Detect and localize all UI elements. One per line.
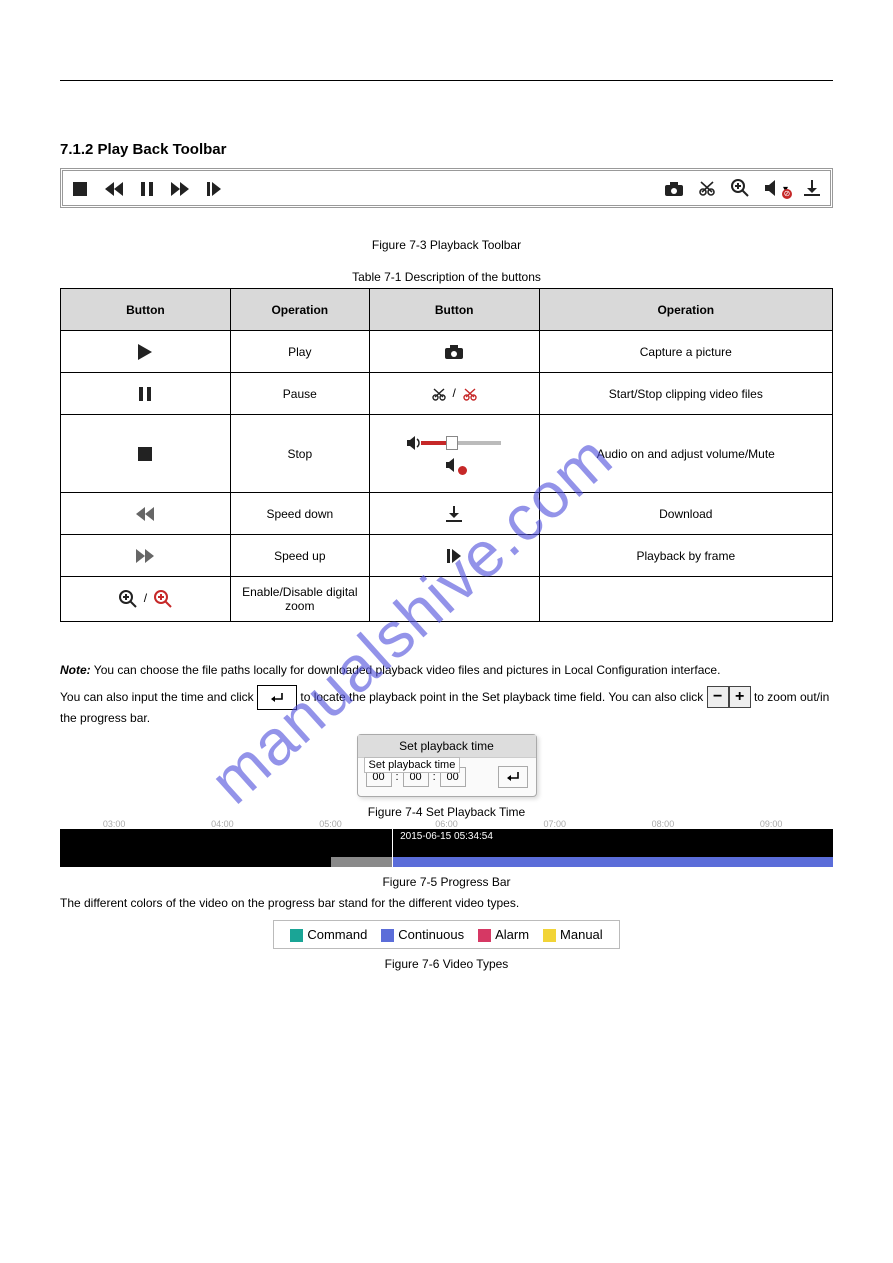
camera-icon <box>445 344 463 358</box>
th-button-2: Button <box>369 289 539 331</box>
playback-toolbar: ⊘▾ <box>60 168 833 208</box>
playhead <box>392 829 393 867</box>
scissors-icon[interactable] <box>699 180 715 197</box>
section-heading: 7.1.2 Play Back Toolbar <box>60 141 833 158</box>
mute-icon[interactable]: ⊘▾ <box>765 180 788 197</box>
timeline-timestamp: 2015-06-15 05:34:54 <box>400 831 493 842</box>
audio-label: Audio on and adjust volume/Mute <box>539 415 832 493</box>
pause-icon <box>139 386 151 400</box>
step-label: Playback by frame <box>539 535 832 577</box>
fast-label: Speed up <box>230 535 369 577</box>
legend-continuous: Continuous <box>398 927 464 942</box>
zoom-enable-icon <box>119 591 137 605</box>
fastforward-icon[interactable] <box>171 180 189 196</box>
volume-slider <box>407 436 501 450</box>
figure-7-3-caption: Figure 7-3 Playback Toolbar <box>60 238 833 252</box>
header-divider <box>60 80 833 81</box>
figure-7-5-caption: Figure 7-5 Progress Bar <box>60 875 833 889</box>
progress-timeline[interactable]: 2015-06-15 05:34:54 03:00 04:00 05:00 06… <box>60 829 833 867</box>
popup-title: Set playback time <box>358 735 536 758</box>
plus-icon: + <box>729 686 751 708</box>
pause-label: Pause <box>230 373 369 415</box>
clip-label: Start/Stop clipping video files <box>539 373 832 415</box>
segment-gray <box>331 857 393 867</box>
scissors-stop-icon <box>463 386 477 400</box>
rewind-icon[interactable] <box>105 180 123 196</box>
minus-icon: − <box>707 686 729 708</box>
th-op-2: Operation <box>539 289 832 331</box>
go-button[interactable] <box>498 766 528 788</box>
rewind-icon <box>136 506 154 520</box>
figure-7-6-caption: Figure 7-6 Video Types <box>60 957 833 971</box>
table-caption: Table 7-1 Description of the buttons <box>60 270 833 284</box>
th-op-1: Operation <box>230 289 369 331</box>
video-type-legend: Command Continuous Alarm Manual <box>273 920 619 949</box>
slow-label: Speed down <box>230 493 369 535</box>
capture-label: Capture a picture <box>539 331 832 373</box>
download-icon[interactable] <box>804 180 820 197</box>
mute-icon <box>446 458 462 473</box>
pause-icon[interactable] <box>141 180 153 196</box>
zoom-disable-icon <box>154 591 172 605</box>
legend-manual: Manual <box>560 927 603 942</box>
popup-tooltip: Set playback time <box>364 757 461 773</box>
frame-step-icon <box>447 548 461 562</box>
download-label: Download <box>539 493 832 535</box>
legend-command: Command <box>307 927 367 942</box>
camera-icon[interactable] <box>665 180 683 196</box>
play-label: Play <box>230 331 369 373</box>
zoom-in-icon[interactable] <box>731 179 749 197</box>
download-icon <box>446 506 462 520</box>
fastforward-icon <box>136 548 154 562</box>
note-text: Note: You can choose the file paths loca… <box>60 662 833 679</box>
set-playback-time-popup: Set playback time Set playback time 00 :… <box>357 734 537 797</box>
stop-label: Stop <box>230 415 369 493</box>
progress-note: The different colors of the video on the… <box>60 895 833 912</box>
play-icon <box>138 344 152 358</box>
th-button-1: Button <box>61 289 231 331</box>
figure-7-4-caption: Figure 7-4 Set Playback Time <box>60 805 833 819</box>
scissors-icon <box>432 386 446 400</box>
zoom-label: Enable/Disable digital zoom <box>230 577 369 622</box>
segment-continuous <box>392 857 833 867</box>
stop-icon <box>138 446 152 460</box>
enter-icon <box>257 685 297 710</box>
controls-table: Button Operation Button Operation Play C… <box>60 288 833 622</box>
note-line-2: You can also input the time and click to… <box>60 685 833 727</box>
frame-step-icon[interactable] <box>207 180 221 196</box>
legend-alarm: Alarm <box>495 927 529 942</box>
stop-icon[interactable] <box>73 180 87 196</box>
